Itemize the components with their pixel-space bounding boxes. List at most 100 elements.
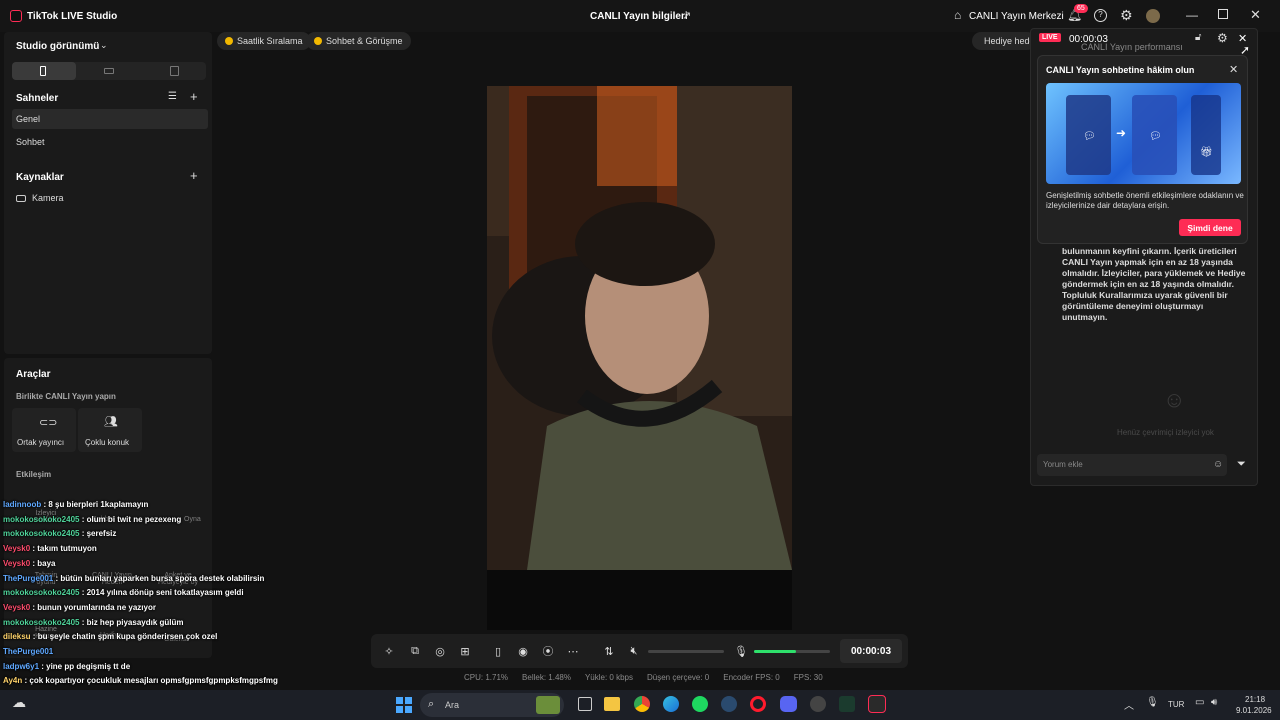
chat-username[interactable]: dileksu bbox=[3, 632, 31, 641]
lock-icon[interactable]: 🔓︎ bbox=[1195, 32, 1201, 43]
microphone-icon[interactable]: 🎙︎ bbox=[729, 639, 753, 663]
settings-icon[interactable]: ⚙ bbox=[1217, 31, 1228, 45]
scene-item-genel[interactable]: Genel bbox=[12, 109, 208, 129]
chat-username[interactable]: Veysk0 bbox=[3, 559, 30, 568]
chat-text: : 2014 yılına dönüp seni tokatlayasım ge… bbox=[79, 588, 244, 598]
chat-username[interactable]: ThePurge001 bbox=[3, 647, 53, 656]
search-label: Ara bbox=[445, 700, 460, 710]
app-icon[interactable] bbox=[810, 696, 826, 712]
chat-bubble-icon: 💬︎ bbox=[1149, 131, 1162, 142]
chat-username[interactable]: Veysk0 bbox=[3, 544, 30, 553]
record-icon[interactable]: ◉ bbox=[511, 639, 535, 663]
chat-feature-popup: CANLI Yayın sohbetine hâkim olun ✕ 💬︎ ➜ … bbox=[1037, 55, 1248, 244]
chrome-icon[interactable] bbox=[634, 696, 650, 712]
mixer-icon[interactable]: ⇅ bbox=[597, 639, 621, 663]
chat-message: Ay4n : çok kopartıyor çocukluk mesajları… bbox=[3, 676, 278, 685]
hourly-ranking-label: Saatlik Sıralama bbox=[237, 36, 303, 46]
avatar[interactable] bbox=[1146, 9, 1160, 23]
restore-icon[interactable] bbox=[1218, 9, 1228, 19]
chevron-up-icon[interactable]: ︿ bbox=[1124, 697, 1134, 712]
terminal-icon[interactable] bbox=[839, 696, 855, 712]
chat-message: ladinnoob : 8 şu bierpleri 1kaplamayın bbox=[3, 500, 148, 509]
try-now-button[interactable]: Şimdi dene bbox=[1179, 219, 1241, 236]
volume-icon[interactable]: 🔊︎ bbox=[1211, 697, 1217, 708]
gear-icon[interactable]: ⚙ bbox=[1120, 7, 1133, 24]
add-media-icon[interactable]: ⊞ bbox=[453, 639, 477, 663]
filter-icon[interactable]: ⏷ bbox=[1237, 458, 1246, 471]
discord-icon[interactable] bbox=[780, 696, 797, 712]
mic-volume-slider[interactable] bbox=[754, 650, 830, 653]
clock-time[interactable]: 21:18 bbox=[1245, 695, 1265, 704]
gift-goal-pill[interactable]: Hediye hedefi bbox=[972, 32, 1036, 50]
chat-text: : bunun yorumlarında ne yazıyor bbox=[30, 602, 156, 612]
speaker-muted-icon[interactable]: 🔇︎ bbox=[622, 639, 646, 663]
more-icon[interactable]: ⋯ bbox=[561, 639, 585, 663]
chat-message: ThePurge001 bbox=[3, 647, 53, 656]
file-explorer-icon[interactable] bbox=[604, 697, 620, 711]
share-icon[interactable]: ↗ bbox=[682, 9, 691, 22]
search-highlight-icon bbox=[536, 696, 560, 714]
chat-username[interactable]: mokokosokoko2405 bbox=[3, 515, 79, 524]
phone-icon[interactable]: ▯ bbox=[486, 639, 510, 663]
chat-username[interactable]: ladpw6y1 bbox=[3, 662, 39, 671]
home-icon[interactable]: ⌂ bbox=[954, 8, 961, 22]
edge-icon[interactable] bbox=[663, 696, 679, 712]
chevron-down-icon[interactable]: ⌄ bbox=[100, 40, 108, 51]
chat-username[interactable]: Veysk0 bbox=[3, 603, 30, 612]
chat-text: : takım tutmuyon bbox=[30, 544, 97, 554]
effects-icon[interactable]: ⧉ bbox=[403, 639, 427, 663]
app-title: TikTok LIVE Studio bbox=[27, 11, 118, 22]
chat-call-pill[interactable]: Sohbet & Görüşme bbox=[306, 32, 411, 50]
desktop-volume-slider[interactable] bbox=[648, 650, 724, 653]
close-icon[interactable]: ✕ bbox=[1250, 7, 1261, 23]
empty-viewers-text: Henüz çevrimiçi izleyici yok bbox=[1117, 428, 1214, 437]
magic-wand-icon[interactable]: ✧ bbox=[377, 639, 401, 663]
chat-username[interactable]: ThePurge001 bbox=[3, 574, 53, 583]
chat-username[interactable]: Ay4n bbox=[3, 676, 22, 685]
add-source-icon[interactable]: + bbox=[190, 168, 198, 183]
dual-layout-icon[interactable] bbox=[170, 66, 179, 76]
task-view-icon[interactable] bbox=[578, 697, 592, 711]
coin-icon bbox=[225, 37, 233, 45]
add-scene-icon[interactable]: + bbox=[190, 89, 198, 104]
network-icon[interactable]: ▭ bbox=[1195, 697, 1204, 708]
source-item-camera[interactable]: Kamera bbox=[12, 188, 208, 208]
windows-start-icon[interactable] bbox=[396, 697, 412, 713]
hourly-ranking-pill[interactable]: Saatlik Sıralama bbox=[217, 32, 311, 50]
chat-username[interactable]: mokokosokoko2405 bbox=[3, 618, 79, 627]
link-icon: ⊂⊃ bbox=[39, 417, 58, 429]
taskbar-search[interactable]: ⌕ Ara bbox=[420, 693, 564, 717]
popup-title: CANLI Yayın sohbetine hâkim olun bbox=[1046, 65, 1195, 75]
help-icon[interactable]: ? bbox=[1094, 9, 1107, 22]
tiktok-studio-icon[interactable] bbox=[868, 695, 886, 713]
popup-close-icon[interactable]: ✕ bbox=[1229, 63, 1238, 76]
list-icon[interactable]: ☰ bbox=[168, 91, 177, 102]
language-indicator[interactable]: TUR bbox=[1168, 700, 1184, 709]
mic-tray-icon[interactable]: 🎙︎ bbox=[1146, 697, 1159, 708]
opera-icon[interactable] bbox=[750, 696, 766, 712]
chat-username[interactable]: ladinnoob bbox=[3, 500, 41, 509]
live-center-label[interactable]: CANLI Yayın Merkezi bbox=[969, 11, 1064, 22]
memory-status: Bellek: 1.48% bbox=[522, 673, 571, 682]
arrow-right-icon: ➜ bbox=[1116, 126, 1127, 140]
multi-guest-button[interactable]: 👥︎ Çoklu konuk bbox=[78, 408, 142, 452]
weather-icon[interactable]: ☁ bbox=[12, 694, 26, 711]
live-info-title[interactable]: CANLI Yayın bilgileri bbox=[590, 11, 688, 22]
clock-date[interactable]: 9.01.2026 bbox=[1236, 706, 1272, 715]
stream-preview[interactable] bbox=[487, 86, 792, 630]
chat-username[interactable]: mokokosokoko2405 bbox=[3, 588, 79, 597]
chat-username[interactable]: mokokosokoko2405 bbox=[3, 529, 79, 538]
spotify-icon[interactable] bbox=[692, 696, 708, 712]
minimize-icon[interactable]: — bbox=[1186, 8, 1198, 22]
camera-switch-icon[interactable]: ⦿ bbox=[536, 639, 560, 663]
scene-item-sohbet[interactable]: Sohbet bbox=[12, 132, 208, 152]
emoji-icon[interactable]: ☺ bbox=[1213, 459, 1223, 470]
cohost-button[interactable]: ⊂⊃ Ortak yayıncı bbox=[12, 408, 76, 452]
chat-text: : çok kopartıyor çocukluk mesajları opms… bbox=[22, 676, 278, 686]
landscape-icon[interactable] bbox=[104, 68, 114, 74]
comment-input[interactable]: Yorum ekle ☺ bbox=[1037, 454, 1227, 476]
steam-icon[interactable] bbox=[721, 696, 737, 712]
chat-message: mokokosokoko2405 : 2014 yılına dönüp sen… bbox=[3, 588, 244, 597]
beauty-icon[interactable]: ◎ bbox=[428, 639, 452, 663]
studio-view-dropdown[interactable]: Studio görünümü bbox=[16, 41, 99, 52]
